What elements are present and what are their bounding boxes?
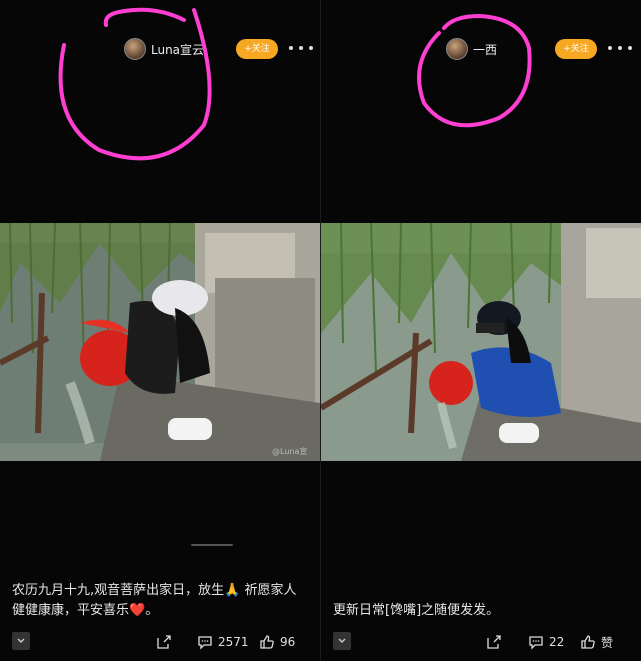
author-row[interactable]: Luna宣云: [124, 36, 204, 62]
author-avatar[interactable]: [124, 38, 146, 60]
author-avatar[interactable]: [446, 38, 468, 60]
post-card-left: Luna宣云 +关注 @Luna宣 农历九月十九,观音菩萨出家日，放生🙏 祈愿家…: [0, 0, 320, 661]
like-count: 96: [280, 635, 296, 649]
author-name[interactable]: 一西: [473, 41, 497, 58]
follow-button[interactable]: +关注: [555, 39, 597, 59]
comment-icon: [529, 636, 543, 650]
comment-count: 22: [549, 635, 565, 649]
scroll-indicator: [191, 544, 233, 546]
post-caption: 更新日常[馋嘴]之随便发发。: [333, 603, 500, 618]
action-bar: 2571 96: [0, 631, 320, 653]
like-thumb-icon: [260, 635, 274, 649]
share-icon: [157, 635, 171, 649]
collapse-chevron-icon[interactable]: [333, 632, 351, 650]
post-photo[interactable]: [0, 223, 320, 461]
heart-emoji: ❤️: [129, 603, 146, 618]
collapse-chevron-icon[interactable]: [12, 632, 30, 650]
annotation-circle: [417, 13, 532, 128]
comment-button[interactable]: 2571: [197, 631, 249, 653]
like-button[interactable]: 赞: [580, 631, 613, 653]
post-photo[interactable]: [321, 223, 641, 461]
post-card-right: 一西 +关注 更新日常[馋嘴]之随便发发。 22 赞: [321, 0, 641, 661]
comment-icon: [198, 636, 212, 650]
more-dots-icon[interactable]: [289, 38, 313, 58]
follow-button[interactable]: +关注: [236, 39, 278, 59]
action-bar: 22 赞: [321, 631, 641, 653]
like-button[interactable]: 96: [259, 631, 295, 653]
comment-button[interactable]: 22: [528, 631, 564, 653]
prayer-emoji: 🙏: [224, 583, 241, 598]
share-button[interactable]: [486, 631, 507, 653]
share-button[interactable]: [156, 631, 177, 653]
more-dots-icon[interactable]: [608, 38, 632, 58]
comment-count: 2571: [218, 635, 249, 649]
share-icon: [487, 635, 501, 649]
like-label: 赞: [601, 635, 614, 650]
author-name[interactable]: Luna宣云: [151, 41, 204, 58]
author-row[interactable]: 一西: [446, 36, 497, 62]
like-thumb-icon: [581, 635, 595, 649]
image-watermark: @Luna宣: [272, 447, 308, 456]
post-caption: 农历九月十九,观音菩萨出家日，放生🙏 祈愿家人 健健康康，平安喜乐❤️。: [12, 583, 297, 618]
annotation-circle: [58, 7, 212, 161]
